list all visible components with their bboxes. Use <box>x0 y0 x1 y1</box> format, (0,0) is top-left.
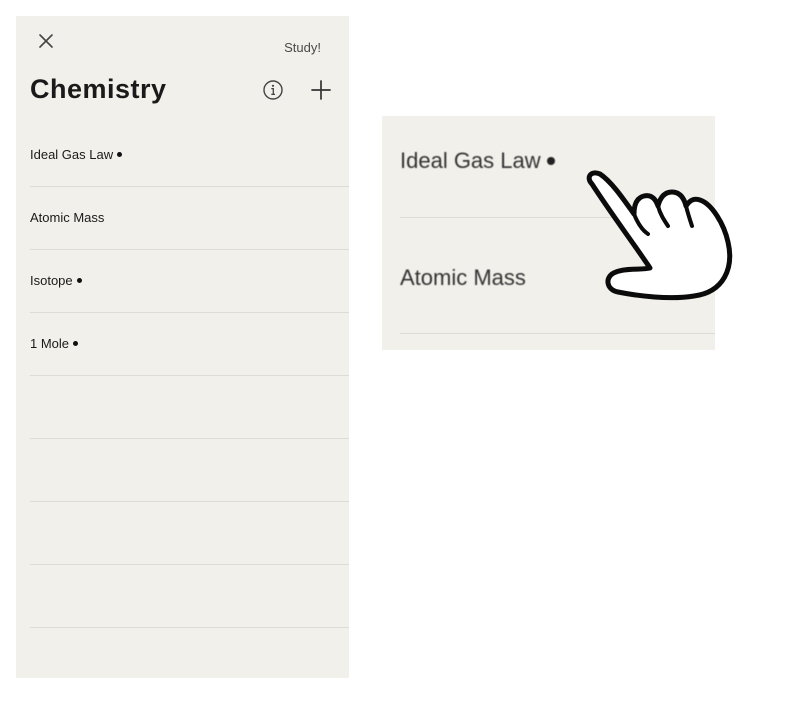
list-item[interactable]: Atomic Mass <box>30 187 349 250</box>
empty-list-item[interactable] <box>30 439 349 502</box>
zoom-item-label: Atomic Mass <box>400 265 526 290</box>
list-item[interactable]: 1 Mole <box>30 313 349 376</box>
unreviewed-dot-icon <box>73 341 79 346</box>
empty-list-item[interactable] <box>30 565 349 628</box>
empty-list-item[interactable] <box>30 628 349 678</box>
plus-icon[interactable] <box>310 79 332 101</box>
list-item[interactable]: Isotope <box>30 250 349 313</box>
close-icon[interactable] <box>37 32 55 50</box>
card-label: 1 Mole <box>30 336 79 351</box>
list-item[interactable]: Ideal Gas Law <box>30 124 349 187</box>
card-label: Ideal Gas Law <box>30 147 123 162</box>
empty-list-item[interactable] <box>30 376 349 439</box>
card-label: Atomic Mass <box>30 210 105 225</box>
unreviewed-dot-icon <box>117 152 123 157</box>
divider <box>400 333 715 334</box>
page-title: Chemistry <box>30 74 167 104</box>
deck-screen: Study! Chemistry Ideal Gas Law Atomic Ma… <box>16 16 349 678</box>
empty-list-item[interactable] <box>30 502 349 565</box>
zoom-item-label: Ideal Gas Law <box>400 148 555 174</box>
tap-hand-icon <box>586 170 733 301</box>
info-icon[interactable] <box>262 79 284 101</box>
study-button[interactable]: Study! <box>284 40 321 55</box>
unreviewed-dot-icon <box>76 278 82 283</box>
unreviewed-dot-icon <box>546 157 555 165</box>
card-list: Ideal Gas Law Atomic Mass Isotope 1 Mole <box>30 124 349 678</box>
card-label: Isotope <box>30 273 82 288</box>
